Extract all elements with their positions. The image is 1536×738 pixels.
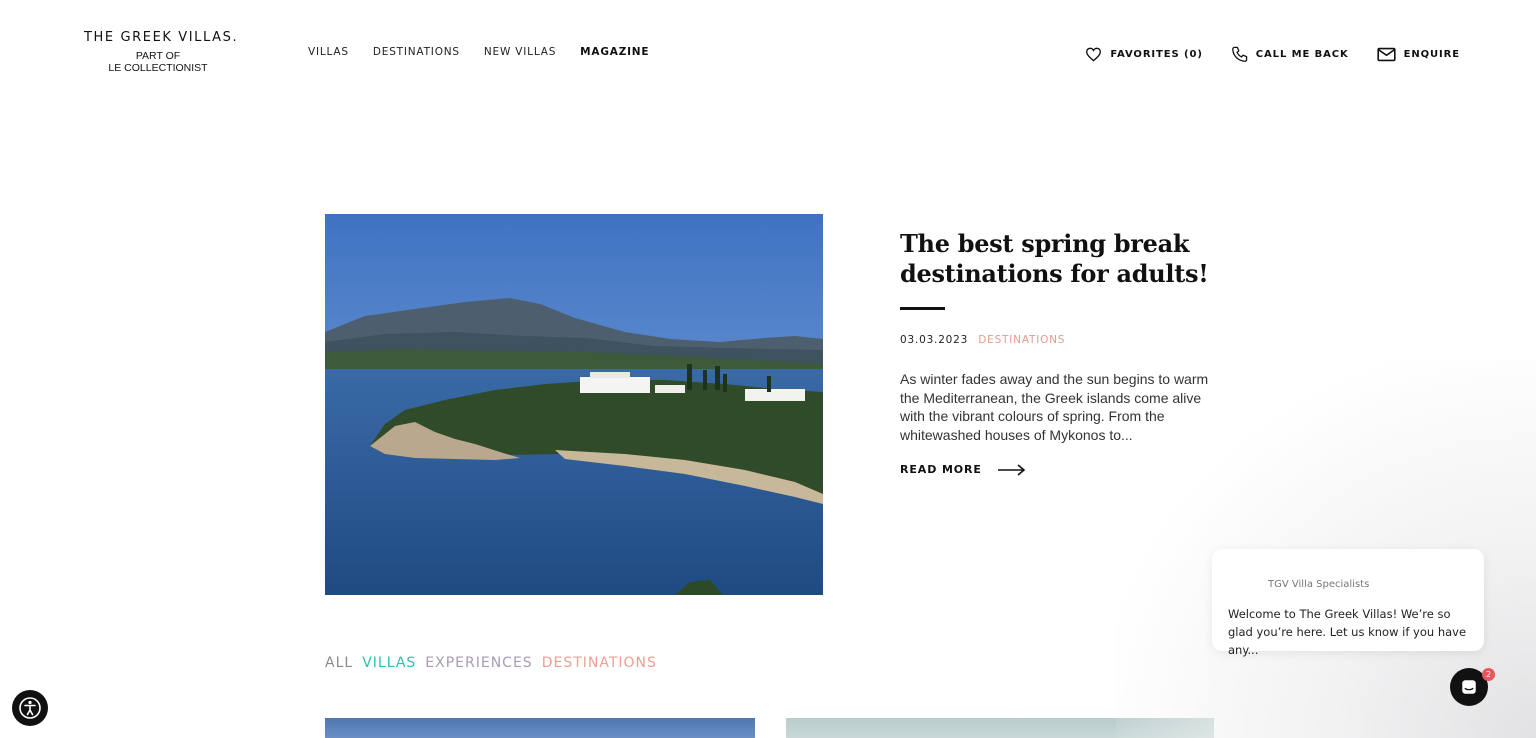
coastal-villa-photo [325, 214, 823, 595]
article-card-image[interactable] [786, 718, 1214, 738]
logo-title: THE GREEK VILLAS. [84, 30, 239, 45]
filter-experiences[interactable]: EXPERIENCES [425, 655, 532, 671]
article-title[interactable]: The best spring break destinations for a… [900, 229, 1230, 289]
arrow-right-icon [997, 463, 1026, 476]
featured-article: The best spring break destinations for a… [900, 229, 1230, 476]
read-more-link[interactable]: READ MORE [900, 463, 1230, 476]
read-more-label: READ MORE [900, 463, 982, 476]
chat-unread-badge: 2 [1482, 668, 1495, 681]
filter-all[interactable]: ALL [325, 655, 353, 671]
phone-icon [1231, 46, 1248, 62]
chat-preview[interactable]: TGV Villa Specialists Welcome to The Gre… [1212, 549, 1484, 657]
favorites-label: FAVORITES (0) [1110, 49, 1203, 60]
header-actions: FAVORITES (0) CALL ME BACK ENQUIRE [1057, 46, 1460, 63]
featured-article-image[interactable] [325, 214, 823, 595]
category-filters: ALL VILLAS EXPERIENCES DESTINATIONS [325, 655, 657, 671]
logo-sub-line-2: LE COLLECTIONIST [108, 62, 208, 74]
main-nav: VILLAS DESTINATIONS NEW VILLAS MAGAZINE [308, 46, 673, 58]
call-me-back-button[interactable]: CALL ME BACK [1231, 46, 1349, 63]
mail-icon [1377, 47, 1396, 62]
nav-new-villas[interactable]: NEW VILLAS [484, 46, 556, 58]
accessibility-button[interactable] [12, 690, 48, 726]
heart-icon [1086, 47, 1102, 62]
article-meta: 03.03.2023 DESTINATIONS [900, 334, 1230, 346]
article-date: 03.03.2023 [900, 334, 969, 346]
enquire-label: ENQUIRE [1403, 49, 1460, 60]
nav-villas[interactable]: VILLAS [308, 46, 349, 58]
call-me-back-label: CALL ME BACK [1255, 49, 1349, 60]
favorites-button[interactable]: FAVORITES (0) [1085, 47, 1202, 62]
filter-villas[interactable]: VILLAS [362, 655, 416, 671]
site-logo[interactable]: THE GREEK VILLAS. PART OF LE COLLECTIONI… [84, 30, 239, 74]
filter-destinations[interactable]: DESTINATIONS [542, 655, 657, 671]
chat-sender: TGV Villa Specialists [1268, 579, 1370, 590]
article-card-image[interactable] [325, 718, 755, 738]
enquire-button[interactable]: ENQUIRE [1377, 47, 1460, 62]
chat-icon [1462, 680, 1476, 694]
nav-destinations[interactable]: DESTINATIONS [373, 46, 460, 58]
accessibility-icon [19, 697, 41, 719]
nav-magazine[interactable]: MAGAZINE [580, 46, 649, 58]
title-divider [900, 307, 945, 310]
article-category[interactable]: DESTINATIONS [978, 334, 1065, 346]
logo-subtitle: PART OF LE COLLECTIONIST [84, 50, 232, 74]
article-excerpt: As winter fades away and the sun begins … [900, 371, 1209, 443]
logo-sub-line-1: PART OF [135, 50, 181, 62]
chat-message: Welcome to The Greek Villas! We’re so gl… [1228, 607, 1467, 657]
